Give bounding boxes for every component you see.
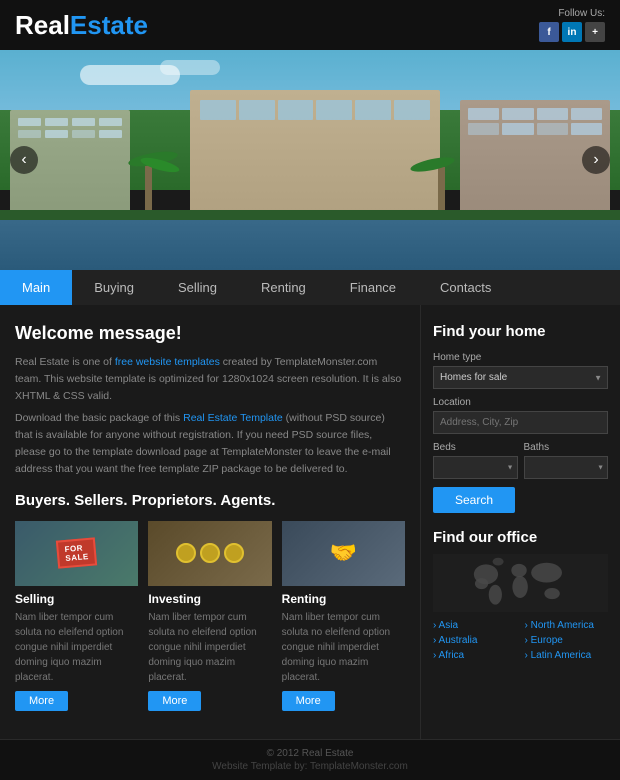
hero-arrow-left[interactable]: ‹ <box>10 146 38 174</box>
region-asia[interactable]: › Asia <box>433 620 517 631</box>
regions-right: › North America › Europe › Latin America <box>525 620 609 665</box>
card-investing: Investing Nam liber tempor cum soluta no… <box>148 521 271 711</box>
home-type-select[interactable]: Homes for sale <box>433 366 608 389</box>
card-renting-title: Renting <box>282 592 405 606</box>
welcome-p2: Download the basic package of this Real … <box>15 410 405 477</box>
right-column: Find your home Home type Homes for sale … <box>420 305 620 739</box>
card-renting-img: 🤝 <box>282 521 405 586</box>
follow-label: Follow Us: <box>539 8 605 19</box>
footer-template-by: Website Template by: TemplateMonster.com <box>8 761 612 772</box>
regions: › Asia › Australia › Africa › North Amer… <box>433 620 608 665</box>
card-selling-text: Nam liber tempor cum soluta no eleifend … <box>15 610 138 685</box>
nav-item-selling[interactable]: Selling <box>156 270 239 305</box>
region-north-america[interactable]: › North America <box>525 620 609 631</box>
card-investing-img <box>148 521 271 586</box>
baths-label: Baths <box>524 442 609 453</box>
welcome-p1: Real Estate is one of free website templ… <box>15 354 405 404</box>
link-template2[interactable]: Real Estate Template <box>183 412 283 424</box>
card-selling: FORSALE Selling Nam liber tempor cum sol… <box>15 521 138 711</box>
social-plus[interactable]: + <box>585 22 605 42</box>
region-latin-america[interactable]: › Latin America <box>525 650 609 661</box>
regions-left: › Asia › Australia › Africa <box>433 620 517 665</box>
nav-item-main[interactable]: Main <box>0 270 72 305</box>
card-renting-text: Nam liber tempor cum soluta no eleifend … <box>282 610 405 685</box>
nav-item-finance[interactable]: Finance <box>328 270 418 305</box>
home-type-label: Home type <box>433 352 608 363</box>
social-twitter[interactable]: f <box>539 22 559 42</box>
baths-select[interactable]: 1234+ <box>524 456 609 479</box>
nav-item-renting[interactable]: Renting <box>239 270 328 305</box>
card-renting: 🤝 Renting Nam liber tempor cum soluta no… <box>282 521 405 711</box>
logo-real: Real <box>15 10 70 41</box>
welcome-title: Welcome message! <box>15 323 405 344</box>
region-australia[interactable]: › Australia <box>433 635 517 646</box>
card-selling-img: FORSALE <box>15 521 138 586</box>
location-input[interactable] <box>433 411 608 434</box>
social-linkedin[interactable]: in <box>562 22 582 42</box>
main-content: Welcome message! Real Estate is one of f… <box>0 305 620 739</box>
logo: RealEstate <box>15 10 148 41</box>
world-map <box>433 554 608 612</box>
card-investing-text: Nam liber tempor cum soluta no eleifend … <box>148 610 271 685</box>
nav-item-buying[interactable]: Buying <box>72 270 156 305</box>
nav-item-contacts[interactable]: Contacts <box>418 270 513 305</box>
footer-copyright: © 2012 Real Estate <box>8 748 612 759</box>
card-investing-title: Investing <box>148 592 271 606</box>
world-map-svg <box>437 555 603 610</box>
hero-slider: ‹ › <box>0 50 620 270</box>
left-column: Welcome message! Real Estate is one of f… <box>0 305 420 739</box>
find-home-title: Find your home <box>433 323 608 340</box>
beds-label: Beds <box>433 442 518 453</box>
section-title: Buyers. Sellers. Proprietors. Agents. <box>15 492 405 509</box>
beds-select[interactable]: 1234+ <box>433 456 518 479</box>
cards-row: FORSALE Selling Nam liber tempor cum sol… <box>15 521 405 711</box>
search-button[interactable]: Search <box>433 487 515 513</box>
follow-us: Follow Us: f in + <box>539 8 605 42</box>
region-europe[interactable]: › Europe <box>525 635 609 646</box>
footer: © 2012 Real Estate Website Template by: … <box>0 740 620 780</box>
nav: Main Buying Selling Renting Finance Cont… <box>0 270 620 305</box>
logo-estate: Estate <box>70 10 148 41</box>
card-selling-title: Selling <box>15 592 138 606</box>
link-templates[interactable]: free website templates <box>115 356 220 368</box>
region-africa[interactable]: › Africa <box>433 650 517 661</box>
location-label: Location <box>433 397 608 408</box>
hero-arrow-right[interactable]: › <box>582 146 610 174</box>
find-office-title: Find our office <box>433 529 608 546</box>
header: RealEstate Follow Us: f in + <box>0 0 620 50</box>
